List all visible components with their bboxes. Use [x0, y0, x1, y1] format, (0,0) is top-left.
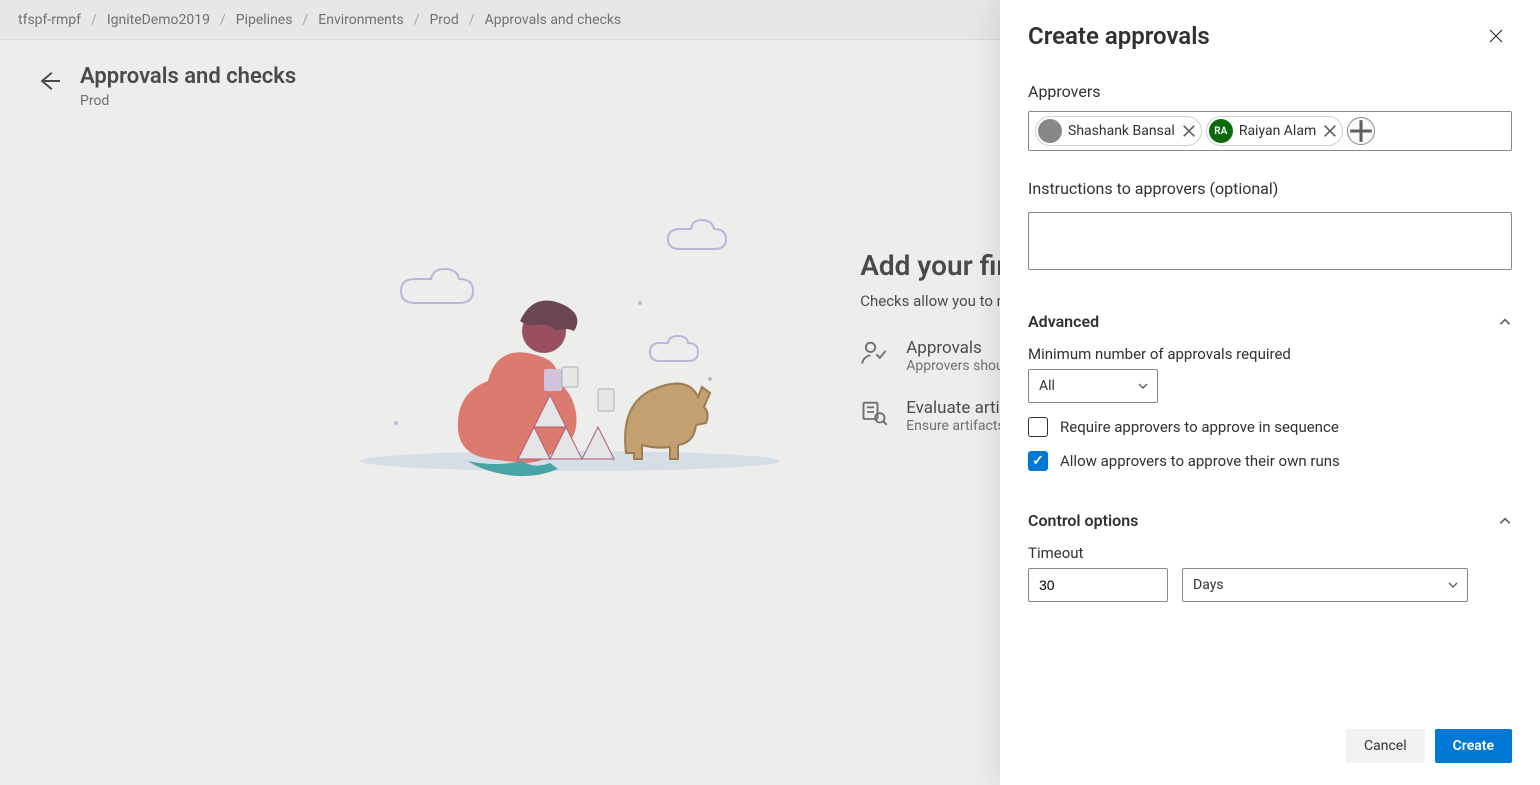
- chevron-down-icon: [1137, 380, 1149, 392]
- min-approvals-value: All: [1039, 378, 1055, 394]
- close-icon: [1488, 28, 1504, 44]
- page-subtitle: Prod: [80, 93, 296, 109]
- breadcrumb-sep: /: [85, 12, 103, 28]
- require-sequence-checkbox[interactable]: [1028, 417, 1048, 437]
- avatar: RA: [1209, 119, 1233, 143]
- advanced-heading: Advanced: [1028, 312, 1099, 331]
- chevron-down-icon: [1447, 579, 1459, 591]
- control-options-section-toggle[interactable]: Control options: [1028, 511, 1512, 530]
- page-title: Approvals and checks: [80, 64, 296, 89]
- approver-name: Shashank Bansal: [1068, 123, 1175, 139]
- breadcrumb-item[interactable]: Approvals and checks: [481, 12, 626, 28]
- min-approvals-label: Minimum number of approvals required: [1028, 345, 1512, 363]
- breadcrumb-item[interactable]: Pipelines: [232, 12, 297, 28]
- control-options-heading: Control options: [1028, 511, 1138, 530]
- breadcrumb-item[interactable]: IgniteDemo2019: [103, 12, 214, 28]
- timeout-unit-select[interactable]: Days: [1182, 568, 1468, 602]
- artifact-policy-icon: [860, 398, 888, 426]
- advanced-section-toggle[interactable]: Advanced: [1028, 312, 1512, 331]
- breadcrumb-item[interactable]: Environments: [314, 12, 407, 28]
- plus-icon: [1348, 118, 1374, 144]
- person-check-icon: [860, 338, 888, 366]
- cancel-button[interactable]: Cancel: [1346, 729, 1425, 763]
- require-sequence-label: Require approvers to approve in sequence: [1060, 418, 1339, 436]
- approver-chip: RA Raiyan Alam: [1206, 116, 1343, 146]
- chevron-up-icon: [1498, 315, 1512, 329]
- breadcrumb-sep: /: [408, 12, 426, 28]
- close-button[interactable]: [1480, 20, 1512, 52]
- add-approver-button[interactable]: [1347, 117, 1375, 145]
- breadcrumb-item[interactable]: Prod: [425, 12, 462, 28]
- chevron-up-icon: [1498, 514, 1512, 528]
- breadcrumb-sep: /: [296, 12, 314, 28]
- timeout-unit-value: Days: [1193, 577, 1224, 593]
- remove-approver-icon[interactable]: [1181, 123, 1197, 139]
- allow-own-checkbox[interactable]: [1028, 451, 1048, 471]
- approver-name: Raiyan Alam: [1239, 123, 1316, 139]
- min-approvals-select[interactable]: All: [1028, 369, 1158, 403]
- panel-title: Create approvals: [1028, 22, 1210, 50]
- instructions-label: Instructions to approvers (optional): [1028, 179, 1512, 198]
- back-arrow-icon[interactable]: [38, 70, 60, 92]
- avatar: [1038, 119, 1062, 143]
- timeout-label: Timeout: [1028, 544, 1512, 562]
- breadcrumb-sep: /: [463, 12, 481, 28]
- remove-approver-icon[interactable]: [1322, 123, 1338, 139]
- zero-state-illustration: [340, 209, 780, 489]
- timeout-input[interactable]: [1028, 568, 1168, 602]
- approver-chip: Shashank Bansal: [1035, 116, 1202, 146]
- instructions-textarea[interactable]: [1028, 212, 1512, 270]
- create-button[interactable]: Create: [1435, 729, 1512, 763]
- breadcrumb-item[interactable]: tfspf-rmpf: [14, 12, 85, 28]
- approvers-label: Approvers: [1028, 82, 1512, 101]
- allow-own-label: Allow approvers to approve their own run…: [1060, 452, 1340, 470]
- create-approvals-panel: Create approvals Approvers Shashank Bans…: [1000, 0, 1540, 785]
- approvers-picker[interactable]: Shashank Bansal RA Raiyan Alam: [1028, 111, 1512, 151]
- breadcrumb-sep: /: [214, 12, 232, 28]
